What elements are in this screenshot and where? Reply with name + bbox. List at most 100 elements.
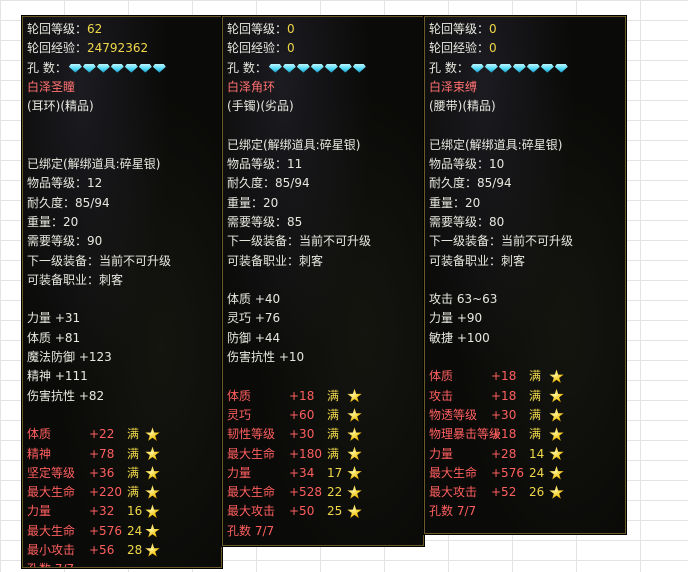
item-attribute: 可装备职业：刺客: [227, 253, 324, 268]
socket-gems: [68, 59, 167, 78]
tooltip-line: 耐久度：85/94: [429, 174, 625, 193]
item-attribute: 灵巧 +76: [227, 311, 281, 326]
star-icon: [549, 407, 564, 422]
tooltip-content: 轮回等级：0 轮回经验：0 孔 数： 白泽束缚 (腰带)(精品) 已绑定(解绑道具:碎星银…: [425, 17, 625, 522]
tooltip-line: 物品等级：12: [27, 174, 221, 193]
tooltip-line: (腰带)(精品): [429, 97, 625, 116]
tooltip-line: 已绑定(解绑道具:碎星银): [227, 136, 423, 155]
diamond-gem-icon: [526, 63, 540, 73]
item-attribute: 耐久度：85/94: [27, 195, 110, 210]
socket-label: 孔 数：: [227, 60, 267, 75]
socket-count: 孔数 7/7: [227, 523, 275, 538]
enhance-attr-label: 体质: [429, 369, 454, 384]
tooltip-line: 最大生命 +220 满: [27, 483, 221, 502]
star-icon: [145, 543, 160, 557]
diamond-gem-icon: [152, 63, 166, 73]
tooltip-line: 可装备职业：刺客: [227, 252, 423, 271]
enhance-level: 满: [127, 465, 140, 480]
enhance-attr-label: 最大生命: [27, 523, 76, 538]
enhance-level: 14: [529, 446, 545, 461]
stat-value: 62: [87, 22, 103, 36]
item-attribute: 耐久度：85/94: [227, 176, 310, 191]
enhance-attr-value: +18: [491, 427, 517, 442]
item-attribute: 体质 +40: [227, 292, 281, 307]
tooltip-line: 需要等级：80: [429, 213, 625, 232]
diamond-gem-icon: [110, 63, 124, 73]
item-attribute: 伤害抗性 +10: [227, 350, 305, 365]
tooltip-line: 体质 +40: [227, 290, 423, 309]
tooltip-line: 重量：20: [227, 194, 423, 213]
enhance-attr-label: 精神: [27, 446, 52, 461]
tooltip-line: 轮回经验：0: [429, 39, 625, 58]
tooltip-line: 体质 +18 满: [429, 367, 625, 386]
tooltip-line: 耐久度：85/94: [227, 174, 423, 193]
star-icon: [145, 427, 160, 441]
enhance-attr-label: 韧性等级: [227, 427, 276, 442]
tooltip-line: 白泽角环: [227, 78, 423, 97]
diamond-gem-icon: [324, 63, 338, 73]
enhance-level: 17: [327, 465, 343, 480]
tooltip-line: 灵巧 +76: [227, 309, 423, 328]
item-attribute: 物品等级：11: [227, 157, 303, 172]
star-icon: [347, 446, 362, 461]
tooltip-line: 力量 +32 16: [27, 502, 221, 521]
item-attribute: 重量：20: [227, 195, 279, 210]
item-attribute: 已绑定(解绑道具:碎星银): [429, 137, 563, 152]
enhance-level: 满: [127, 485, 140, 500]
diamond-gem-icon: [268, 63, 282, 73]
enhance-attr-value: +576: [491, 465, 524, 480]
item-attribute: 下一级装备：当前不可升级: [227, 234, 372, 249]
tooltip-line: 防御 +44: [227, 329, 423, 348]
enhance-level: 25: [327, 504, 343, 519]
tooltip-line: 需要等级：85: [227, 213, 423, 232]
enhance-attr-value: +18: [491, 369, 517, 384]
enhance-attr-label: 最小攻击: [27, 543, 76, 558]
enhance-attr-label: 力量: [27, 504, 52, 519]
tooltip-line: (耳环)(精品): [27, 97, 221, 116]
enhance-level: 满: [127, 446, 140, 461]
tooltip-line: 孔数 7/7: [27, 560, 221, 567]
tooltip-line: 物品等级：10: [429, 155, 625, 174]
diamond-gem-icon: [512, 63, 526, 73]
tooltip-line: 重量：20: [429, 194, 625, 213]
enhance-attr-label: 攻击: [429, 388, 454, 403]
tooltip-line: 需要等级：90: [27, 232, 221, 251]
tooltip-line: 轮回等级：0: [429, 20, 625, 39]
tooltip-line: 体质 +22 满: [27, 425, 221, 444]
star-icon: [347, 427, 362, 441]
tooltip-line: 最大生命 +528 22: [227, 483, 423, 502]
diamond-gem-icon: [124, 63, 138, 73]
stat-label: 轮回等级：: [429, 22, 490, 36]
star-icon: [145, 485, 160, 499]
tooltip-line: 攻击 63~63: [429, 290, 625, 309]
item-attribute: 物品等级：10: [429, 157, 505, 172]
item-name: 白泽束缚: [429, 79, 478, 94]
star-icon: [347, 407, 362, 422]
tooltip-line: 伤害抗性 +82: [27, 387, 221, 406]
star-icon: [347, 504, 362, 519]
star-icon: [549, 427, 564, 441]
tooltip-line: 下一级装备：当前不可升级: [429, 232, 625, 251]
tooltip-line: 力量 +34 17: [227, 464, 423, 483]
tooltip-line: 轮回等级：0: [227, 20, 423, 39]
tooltip-content: 轮回等级：0 轮回经验：0 孔 数： 白泽角环 (手镯)(劣品) 已绑定(解绑道具:碎星银…: [223, 17, 423, 541]
diamond-gem-icon: [484, 63, 498, 73]
tooltip-line: 孔数 7/7: [429, 502, 625, 521]
enhance-attr-label: 体质: [227, 388, 252, 403]
diamond-gem-icon: [554, 63, 568, 73]
stat-value: 0: [287, 41, 295, 56]
tooltip-line: 物理暴击等级 +18 满: [429, 425, 625, 444]
item-attribute: (腰带)(精品): [429, 99, 496, 114]
tooltip-line: 可装备职业：刺客: [27, 271, 221, 290]
enhance-level: 满: [327, 407, 340, 422]
stat-value: 0: [489, 22, 497, 36]
tooltip-line: 灵巧 +60 满: [227, 406, 423, 425]
star-icon: [549, 465, 564, 480]
enhance-attr-value: +56: [89, 543, 115, 558]
tooltip-line: 韧性等级 +30 满: [227, 425, 423, 444]
